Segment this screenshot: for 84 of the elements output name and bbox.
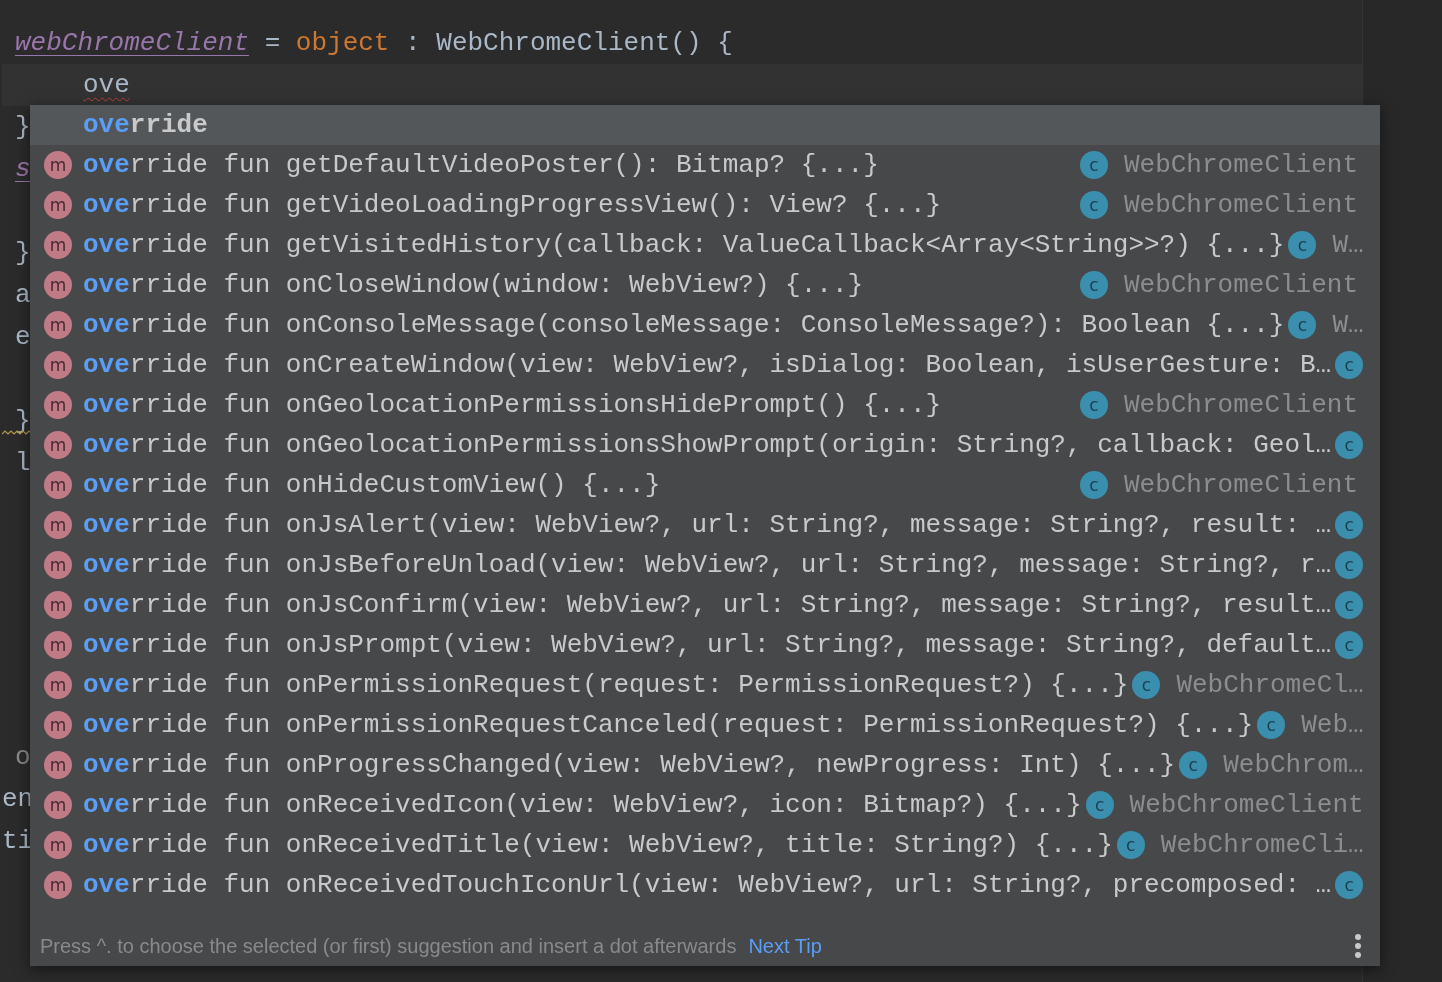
suggestion-row[interactable]: override xyxy=(30,105,1380,145)
method-icon: m xyxy=(44,591,72,619)
method-icon: m xyxy=(44,671,72,699)
more-icon[interactable] xyxy=(1354,933,1362,959)
code-text: object xyxy=(295,28,390,58)
code-text: l xyxy=(15,448,31,478)
owner-class: WebChromeClient xyxy=(1123,390,1358,420)
method-icon: m xyxy=(44,511,72,539)
class-icon: c xyxy=(1079,271,1108,299)
method-icon: m xyxy=(44,831,72,859)
method-icon: m xyxy=(44,751,72,779)
suggestion-row[interactable]: m override fun onGeolocationPermissionsHidePrompt() {...} c WebChromeClient xyxy=(30,385,1380,425)
class-icon: c xyxy=(1179,751,1208,779)
owner-class: Web… xyxy=(1301,710,1364,740)
suggestion-row[interactable]: m override fun onJsBeforeUnload(view: WebView?, url: String?, message: String?, r… c xyxy=(30,545,1380,585)
class-icon: c xyxy=(1116,831,1145,859)
code-text: a xyxy=(15,280,31,310)
method-icon: m xyxy=(44,231,72,259)
method-icon: m xyxy=(44,351,72,379)
class-icon: c xyxy=(1257,711,1286,739)
suggestion-row[interactable]: m override fun getDefaultVideoPoster(): Bitmap? {...} c WebChromeClient xyxy=(30,145,1380,185)
code-text: s xyxy=(15,154,31,184)
class-icon: c xyxy=(1079,151,1108,179)
class-icon: c xyxy=(1079,191,1108,219)
suggestion-row[interactable]: m override fun getVisitedHistory(callback: ValueCallback<Array<String>>?) {...} c W… xyxy=(30,225,1380,265)
class-icon: c xyxy=(1085,791,1114,819)
hint-text: Press ^. to choose the selected (or first) suggestion and insert a dot afterwards xyxy=(40,934,737,958)
method-icon: m xyxy=(44,471,72,499)
method-icon: m xyxy=(44,871,72,899)
suggestion-row[interactable]: m override fun onReceivedIcon(view: WebView?, icon: Bitmap?) {...} c WebChromeClient xyxy=(30,785,1380,825)
suggestion-row[interactable]: m override fun onJsConfirm(view: WebView?, url: String?, message: String?, result… c xyxy=(30,585,1380,625)
suggestion-row[interactable]: m override fun onCreateWindow(view: WebView?, isDialog: Boolean, isUserGesture: B… c xyxy=(30,345,1380,385)
suggestion-row[interactable]: m override fun onPermissionRequestCanceled(request: PermissionRequest?) {...} c Web… xyxy=(30,705,1380,745)
code-text: o xyxy=(15,742,31,772)
method-icon: m xyxy=(44,631,72,659)
class-icon: c xyxy=(1335,591,1364,619)
suggestion-row[interactable]: m override fun onProgressChanged(view: WebView?, newProgress: Int) {...} c WebChrom… xyxy=(30,745,1380,785)
method-icon: m xyxy=(44,151,72,179)
suggestion-row[interactable]: m override fun onReceivedTouchIconUrl(view: WebView?, url: String?, precomposed: … c xyxy=(30,865,1380,905)
method-icon: m xyxy=(44,391,72,419)
suggestion-row[interactable]: m override fun onHideCustomView() {...} c WebChromeClient xyxy=(30,465,1380,505)
method-icon: m xyxy=(44,311,72,339)
class-icon: c xyxy=(1079,471,1108,499)
code-text: } xyxy=(15,112,31,142)
method-icon: m xyxy=(44,791,72,819)
class-icon: c xyxy=(1335,511,1364,539)
code-text: e xyxy=(15,322,31,352)
suggestion-row[interactable]: m override fun onPermissionRequest(request: PermissionRequest?) {...} c WebChromeCl… xyxy=(30,665,1380,705)
class-icon: c xyxy=(1335,551,1364,579)
class-icon: c xyxy=(1335,431,1364,459)
method-icon: m xyxy=(44,271,72,299)
next-tip-link[interactable]: Next Tip xyxy=(748,934,822,958)
class-icon: c xyxy=(1132,671,1161,699)
code-text: ove xyxy=(83,70,130,100)
owner-class: WebChromeCl… xyxy=(1176,670,1364,700)
owner-class: WebChromeClient xyxy=(1123,270,1358,300)
owner-class: WebChrom… xyxy=(1223,750,1364,780)
method-icon: m xyxy=(44,431,72,459)
class-icon: c xyxy=(1079,391,1108,419)
method-icon: m xyxy=(44,711,72,739)
suggestion-row[interactable]: m override fun onGeolocationPermissionsShowPrompt(origin: String?, callback: Geol… c xyxy=(30,425,1380,465)
class-icon: c xyxy=(1288,231,1317,259)
owner-class: WebChromeClient xyxy=(1129,790,1364,820)
suggestion-row[interactable]: m override fun onJsAlert(view: WebView?, url: String?, message: String?, result: … c xyxy=(30,505,1380,545)
method-icon: m xyxy=(44,191,72,219)
suggestion-row[interactable]: m override fun onCloseWindow(window: WebView?) {...} c WebChromeClient xyxy=(30,265,1380,305)
method-icon: m xyxy=(44,551,72,579)
code-text: webChromeClient xyxy=(15,28,250,58)
owner-class: WebChromeClient xyxy=(1123,150,1358,180)
code-text: } xyxy=(15,238,31,268)
code-text: : WebChromeClient() { xyxy=(404,28,733,58)
owner-class: W… xyxy=(1332,230,1364,260)
class-icon: c xyxy=(1335,351,1364,379)
owner-class: W… xyxy=(1332,310,1364,340)
suggestion-row[interactable]: m override fun onConsoleMessage(consoleMessage: ConsoleMessage?): Boolean {...} c W… xyxy=(30,305,1380,345)
code-text: = xyxy=(263,28,282,58)
owner-class: WebChromeCli… xyxy=(1160,830,1364,860)
suggestion-row[interactable]: m override fun onJsPrompt(view: WebView?, url: String?, message: String?, default… c xyxy=(30,625,1380,665)
class-icon: c xyxy=(1335,631,1364,659)
class-icon: c xyxy=(1288,311,1317,339)
owner-class: WebChromeClient xyxy=(1123,470,1358,500)
owner-class: WebChromeClient xyxy=(1123,190,1358,220)
suggestion-row[interactable]: m override fun getVideoLoadingProgressView(): View? {...} c WebChromeClient xyxy=(30,185,1380,225)
class-icon: c xyxy=(1335,871,1364,899)
